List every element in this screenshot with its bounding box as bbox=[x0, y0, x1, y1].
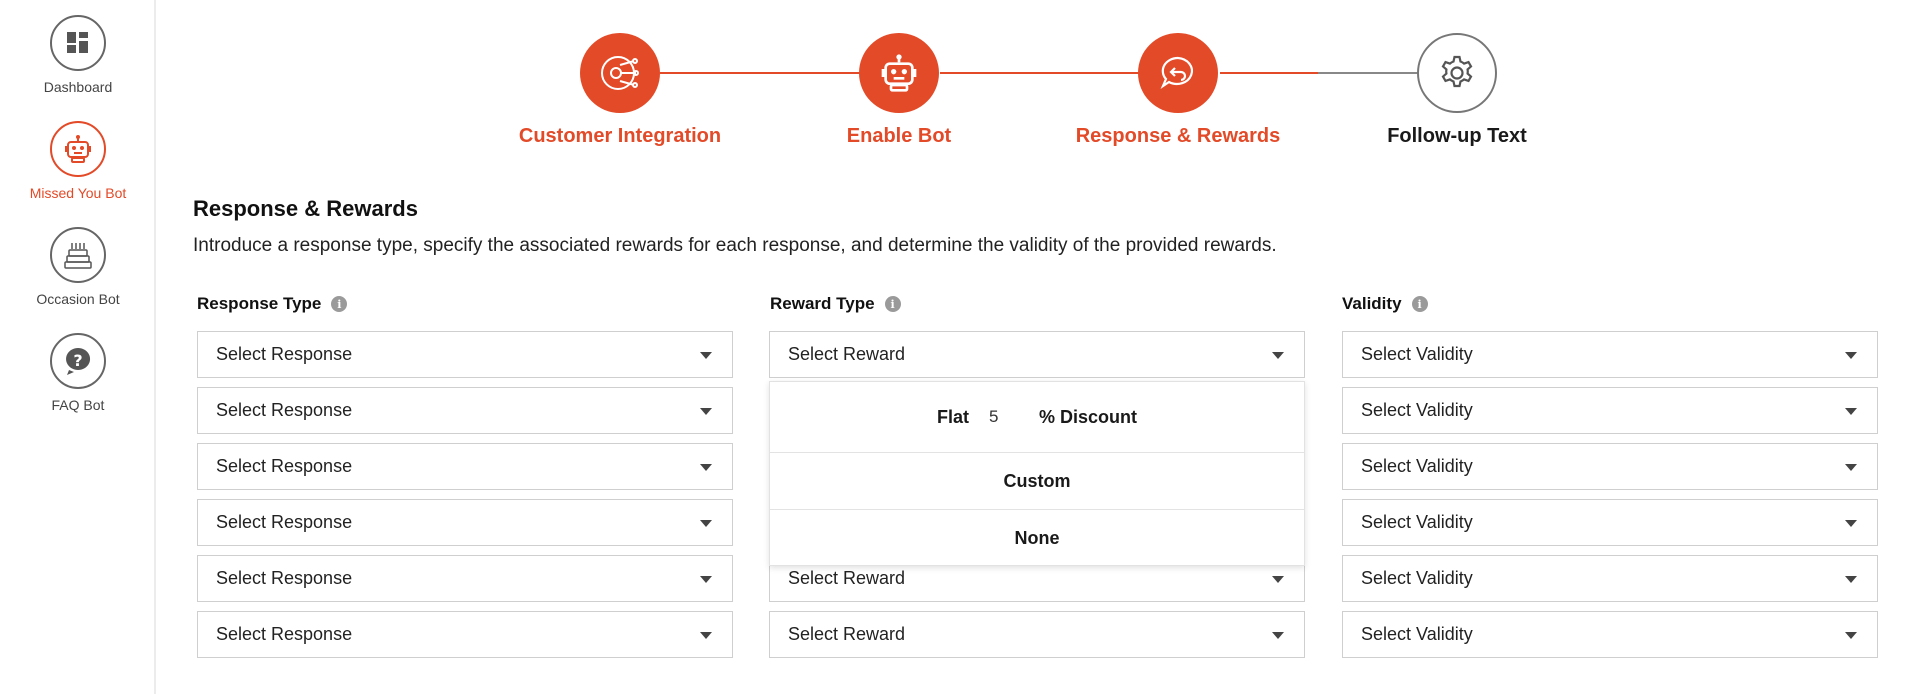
caret-down-icon bbox=[1845, 520, 1857, 527]
column-label: Validity bbox=[1342, 294, 1402, 313]
sidebar-item-faq-bot[interactable]: ? FAQ Bot bbox=[0, 333, 156, 413]
step-enable-bot[interactable]: Enable Bot bbox=[789, 33, 1009, 148]
caret-down-icon bbox=[1272, 632, 1284, 639]
caret-down-icon bbox=[700, 632, 712, 639]
response-type-select[interactable]: Select Response bbox=[197, 611, 733, 658]
validity-select[interactable]: Select Validity bbox=[1342, 555, 1878, 602]
info-icon[interactable]: i bbox=[884, 296, 901, 312]
step-response-rewards[interactable]: Response & Rewards bbox=[1068, 33, 1288, 148]
sidebar-item-label: FAQ Bot bbox=[51, 397, 105, 413]
select-value: Select Validity bbox=[1361, 624, 1473, 644]
select-value: Select Response bbox=[216, 456, 353, 476]
validity-header: Validity i bbox=[1342, 294, 1428, 314]
reward-dropdown-menu: Flat 5 % Discount Custom None bbox=[769, 381, 1305, 566]
select-value: Select Validity bbox=[1361, 400, 1473, 420]
response-type-select[interactable]: Select Response bbox=[197, 499, 733, 546]
validity-select[interactable]: Select Validity bbox=[1342, 499, 1878, 546]
reply-chat-icon bbox=[1138, 33, 1218, 113]
caret-down-icon bbox=[1272, 576, 1284, 583]
validity-select[interactable]: Select Validity bbox=[1342, 611, 1878, 658]
reward-type-header: Reward Type i bbox=[770, 294, 901, 314]
section-description: Introduce a response type, specify the a… bbox=[193, 235, 1277, 256]
response-type-select[interactable]: Select Response bbox=[197, 387, 733, 434]
sidebar-item-label: Missed You Bot bbox=[29, 185, 127, 201]
caret-down-icon bbox=[1845, 352, 1857, 359]
validity-select[interactable]: Select Validity bbox=[1342, 331, 1878, 378]
reward-option-none[interactable]: None bbox=[770, 510, 1304, 567]
progress-stepper: Customer Integration Enable Bot Response… bbox=[0, 0, 1918, 150]
validity-select[interactable]: Select Validity bbox=[1342, 443, 1878, 490]
sidebar-item-occasion-bot[interactable]: Occasion Bot bbox=[0, 227, 156, 307]
caret-down-icon bbox=[700, 464, 712, 471]
discount-label: % Discount bbox=[1039, 406, 1138, 427]
select-value: Select Validity bbox=[1361, 344, 1473, 364]
flat-label: Flat bbox=[936, 406, 969, 427]
sidebar-item-label: Occasion Bot bbox=[36, 291, 120, 307]
caret-down-icon bbox=[700, 352, 712, 359]
select-value: Select Validity bbox=[1361, 456, 1473, 476]
select-value: Select Validity bbox=[1361, 568, 1473, 588]
reward-option-flat-discount[interactable]: Flat 5 % Discount bbox=[770, 382, 1304, 452]
svg-text:?: ? bbox=[73, 351, 82, 370]
select-value: Select Response bbox=[216, 624, 353, 644]
column-label: Reward Type bbox=[770, 294, 875, 313]
response-type-select[interactable]: Select Response bbox=[197, 555, 733, 602]
select-value: Select Reward bbox=[788, 344, 906, 364]
step-customer-integration[interactable]: Customer Integration bbox=[510, 33, 730, 148]
caret-down-icon bbox=[700, 408, 712, 415]
response-type-select[interactable]: Select Response bbox=[197, 443, 733, 490]
integration-icon bbox=[580, 33, 660, 113]
reward-option-custom[interactable]: Custom bbox=[770, 453, 1304, 509]
caret-down-icon bbox=[700, 520, 712, 527]
step-label: Response & Rewards bbox=[1075, 125, 1281, 147]
caret-down-icon bbox=[1845, 464, 1857, 471]
info-icon[interactable]: i bbox=[1411, 296, 1428, 312]
select-value: Select Response bbox=[216, 400, 353, 420]
caret-down-icon bbox=[1272, 352, 1284, 359]
select-value: Select Response bbox=[216, 512, 353, 532]
select-value: Select Response bbox=[216, 568, 353, 588]
reward-type-select[interactable]: Select Reward bbox=[769, 611, 1305, 658]
step-label: Customer Integration bbox=[518, 125, 722, 147]
step-follow-up-text[interactable]: Follow-up Text bbox=[1347, 33, 1567, 148]
cake-icon bbox=[50, 227, 106, 283]
flat-discount-input[interactable]: 5 bbox=[969, 407, 1039, 427]
select-value: Select Response bbox=[216, 344, 353, 364]
caret-down-icon bbox=[1845, 576, 1857, 583]
caret-down-icon bbox=[1845, 408, 1857, 415]
section-title: Response & Rewards bbox=[193, 196, 418, 221]
reward-type-select[interactable]: Select Reward bbox=[769, 331, 1305, 378]
response-type-select[interactable]: Select Response bbox=[197, 331, 733, 378]
select-value: Select Reward bbox=[788, 624, 906, 644]
caret-down-icon bbox=[700, 576, 712, 583]
gear-icon bbox=[1417, 33, 1497, 113]
question-icon: ? bbox=[50, 333, 106, 389]
info-icon[interactable]: i bbox=[331, 296, 348, 312]
select-value: Select Validity bbox=[1361, 512, 1473, 532]
select-value: Select Reward bbox=[788, 568, 906, 588]
column-label: Response Type bbox=[197, 294, 322, 313]
caret-down-icon bbox=[1845, 632, 1857, 639]
step-label: Enable Bot bbox=[846, 125, 952, 147]
validity-select[interactable]: Select Validity bbox=[1342, 387, 1878, 434]
response-type-header: Response Type i bbox=[197, 294, 348, 314]
robot-icon bbox=[859, 33, 939, 113]
step-label: Follow-up Text bbox=[1387, 125, 1527, 147]
